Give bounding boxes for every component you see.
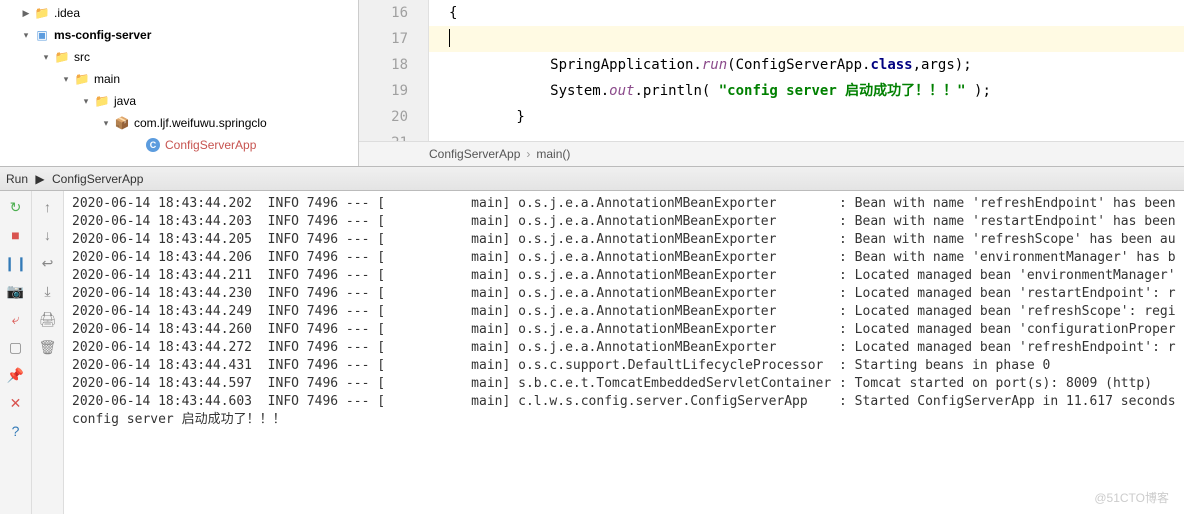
code-content[interactable]: { SpringApplication.run(ConfigServerApp.… xyxy=(429,0,1184,141)
console-line: 2020-06-14 18:43:44.603 INFO 7496 --- [ … xyxy=(72,393,1176,411)
run-toolbar-secondary: ↑ ↓ ↩ ⤓ 🖨 🗑 xyxy=(32,191,64,514)
run-panel-header[interactable]: Run ▶ ConfigServerApp xyxy=(0,167,1184,191)
tree-item-class[interactable]: C ConfigServerApp xyxy=(0,134,358,156)
tree-item-src[interactable]: ▾ 📁 src xyxy=(0,46,358,68)
line-number: 19 xyxy=(359,78,408,104)
line-number: 17 xyxy=(359,26,408,52)
console-line: 2020-06-14 18:43:44.272 INFO 7496 --- [ … xyxy=(72,339,1176,357)
project-tree[interactable]: ▶ 📁 .idea ▾ ▣ ms-config-server ▾ 📁 src ▾… xyxy=(0,0,359,166)
chevron-down-icon[interactable]: ▾ xyxy=(80,96,92,107)
chevron-down-icon[interactable]: ▾ xyxy=(100,118,112,129)
code-line-current[interactable] xyxy=(429,26,1184,52)
editor-breadcrumb[interactable]: ConfigServerApp › main() xyxy=(359,141,1184,166)
tree-item-main[interactable]: ▾ 📁 main xyxy=(0,68,358,90)
console-line: 2020-06-14 18:43:44.431 INFO 7496 --- [ … xyxy=(72,357,1176,375)
folder-icon: 📁 xyxy=(54,49,70,65)
help-icon[interactable]: ? xyxy=(6,421,26,441)
stop-icon[interactable]: ■ xyxy=(6,225,26,245)
run-header-label: Run xyxy=(6,172,28,186)
console-line: 2020-06-14 18:43:44.230 INFO 7496 --- [ … xyxy=(72,285,1176,303)
close-icon[interactable]: ✕ xyxy=(6,393,26,413)
trash-icon[interactable]: 🗑 xyxy=(38,337,58,357)
console-line: 2020-06-14 18:43:44.202 INFO 7496 --- [ … xyxy=(72,195,1176,213)
camera-icon[interactable]: 📷 xyxy=(6,281,26,301)
line-number: 21 xyxy=(359,130,408,141)
tree-label: java xyxy=(114,94,136,108)
code-line[interactable] xyxy=(429,130,1184,141)
module-icon: ▣ xyxy=(34,27,50,43)
tree-label: .idea xyxy=(54,6,80,20)
breadcrumb-separator: › xyxy=(526,147,530,161)
wrap-icon[interactable]: ↩ xyxy=(38,253,58,273)
folder-icon: 📁 xyxy=(74,71,90,87)
scroll-icon[interactable]: ⤓ xyxy=(38,281,58,301)
console-line: 2020-06-14 18:43:44.211 INFO 7496 --- [ … xyxy=(72,267,1176,285)
rerun-icon[interactable]: ↻ xyxy=(6,197,26,217)
console-line: 2020-06-14 18:43:44.206 INFO 7496 --- [ … xyxy=(72,249,1176,267)
line-number: 20 xyxy=(359,104,408,130)
code-line[interactable]: SpringApplication.run(ConfigServerApp.cl… xyxy=(429,52,1184,78)
line-number: 16 xyxy=(359,0,408,26)
layout-icon[interactable]: ▢ xyxy=(6,337,26,357)
console-line: 2020-06-14 18:43:44.205 INFO 7496 --- [ … xyxy=(72,231,1176,249)
tree-label: ConfigServerApp xyxy=(165,138,256,152)
chevron-down-icon[interactable]: ▾ xyxy=(40,52,52,63)
exit-icon[interactable]: ⤶ xyxy=(6,309,26,329)
console-line: 2020-06-14 18:43:44.203 INFO 7496 --- [ … xyxy=(72,213,1176,231)
breadcrumb-item[interactable]: ConfigServerApp xyxy=(429,147,520,161)
code-line[interactable]: } xyxy=(429,104,1184,130)
tree-item-root[interactable]: ▾ ▣ ms-config-server xyxy=(0,24,358,46)
breadcrumb-item[interactable]: main() xyxy=(536,147,570,161)
tree-label: com.ljf.weifuwu.springclo xyxy=(134,116,267,130)
console-line: config server 启动成功了！！！ xyxy=(72,411,1176,429)
tree-label: src xyxy=(74,50,90,64)
tree-label: main xyxy=(94,72,120,86)
run-toolbar-primary: ↻ ■ ❙❙ 📷 ⤶ ▢ 📌 ✕ ? xyxy=(0,191,32,514)
tree-label: ms-config-server xyxy=(54,28,151,42)
source-folder-icon: 📁 xyxy=(94,93,110,109)
run-config-name: ConfigServerApp xyxy=(52,172,143,186)
console-line: 2020-06-14 18:43:44.597 INFO 7496 --- [ … xyxy=(72,375,1176,393)
chevron-down-icon[interactable]: ▾ xyxy=(20,30,32,41)
text-caret xyxy=(449,29,450,47)
pause-icon[interactable]: ❙❙ xyxy=(6,253,26,273)
run-config-icon: ▶ xyxy=(32,171,48,187)
code-line[interactable]: System.out.println( "config server 启动成功了… xyxy=(429,78,1184,104)
console-line: 2020-06-14 18:43:44.260 INFO 7496 --- [ … xyxy=(72,321,1176,339)
editor-gutter: 16 17 18 19 20 21 xyxy=(359,0,429,141)
code-editor[interactable]: 16 17 18 19 20 21 { SpringApplication.ru… xyxy=(359,0,1184,166)
console-output[interactable]: 2020-06-14 18:43:44.202 INFO 7496 --- [ … xyxy=(64,191,1184,514)
chevron-right-icon[interactable]: ▶ xyxy=(20,8,32,19)
package-icon: 📦 xyxy=(114,115,130,131)
tree-item-idea[interactable]: ▶ 📁 .idea xyxy=(0,2,358,24)
tree-item-package[interactable]: ▾ 📦 com.ljf.weifuwu.springclo xyxy=(0,112,358,134)
console-line: 2020-06-14 18:43:44.249 INFO 7496 --- [ … xyxy=(72,303,1176,321)
line-number: 18 xyxy=(359,52,408,78)
print-icon[interactable]: 🖨 xyxy=(38,309,58,329)
up-icon[interactable]: ↑ xyxy=(38,197,58,217)
code-line[interactable]: { xyxy=(429,0,1184,26)
pin-icon[interactable]: 📌 xyxy=(6,365,26,385)
down-icon[interactable]: ↓ xyxy=(38,225,58,245)
folder-icon: 📁 xyxy=(34,5,50,21)
tree-item-java[interactable]: ▾ 📁 java xyxy=(0,90,358,112)
class-icon: C xyxy=(145,137,161,153)
chevron-down-icon[interactable]: ▾ xyxy=(60,74,72,85)
